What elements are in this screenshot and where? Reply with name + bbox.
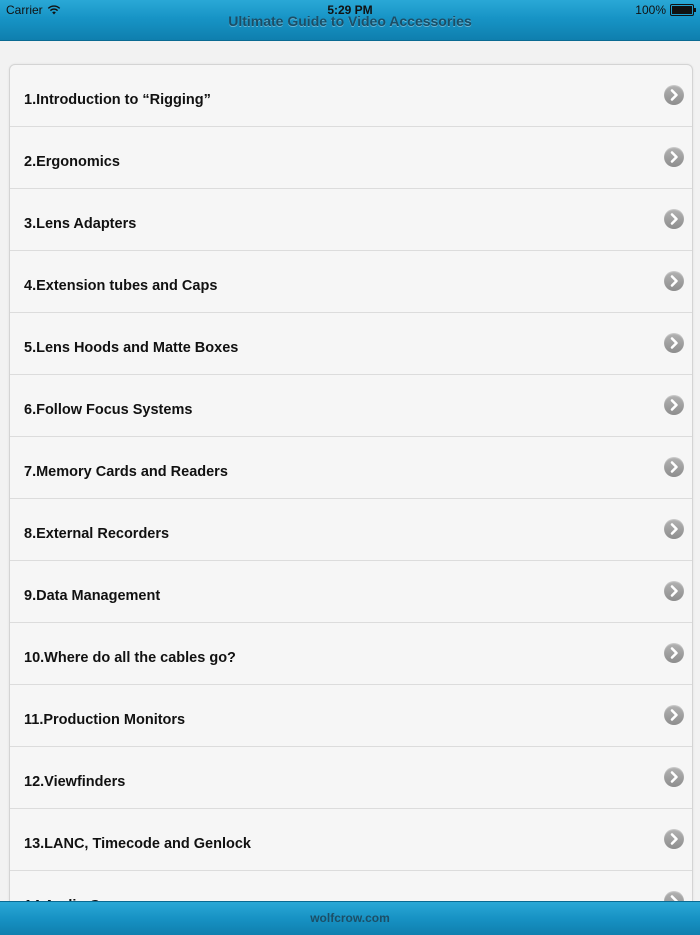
list-item-label: 3.Lens Adapters (24, 216, 137, 232)
list-item[interactable]: 8.External Recorders (10, 499, 692, 561)
list-item-label: 6.Follow Focus Systems (24, 402, 193, 418)
list-item-label: 4.Extension tubes and Caps (24, 278, 218, 294)
list-item[interactable]: 12.Viewfinders (10, 747, 692, 809)
list-item-label: 9.Data Management (24, 588, 161, 604)
list-item-label: 2.Ergonomics (24, 154, 120, 170)
footer-link[interactable]: wolfcrow.com (0, 911, 700, 925)
chevron-right-icon[interactable] (664, 767, 684, 787)
chevron-right-icon[interactable] (664, 891, 684, 901)
chevron-right-icon[interactable] (664, 147, 684, 167)
list-item-label: 8.External Recorders (24, 526, 170, 542)
list-item-label: 13.LANC, Timecode and Genlock (24, 836, 251, 852)
list-item[interactable]: 13.LANC, Timecode and Genlock (10, 809, 692, 871)
list-item[interactable]: 1.Introduction to “Rigging” (10, 65, 692, 127)
list-item[interactable]: 7.Memory Cards and Readers (10, 437, 692, 499)
list-item[interactable]: 5.Lens Hoods and Matte Boxes (10, 313, 692, 375)
chevron-right-icon[interactable] (664, 829, 684, 849)
list-item[interactable]: 10.Where do all the cables go? (10, 623, 692, 685)
chevron-right-icon[interactable] (664, 643, 684, 663)
list-item[interactable]: 14.Audio Gear (10, 871, 692, 901)
chevron-right-icon[interactable] (664, 271, 684, 291)
list-item-label: 7.Memory Cards and Readers (24, 464, 228, 480)
chevron-right-icon[interactable] (664, 519, 684, 539)
chevron-right-icon[interactable] (664, 85, 684, 105)
list-item[interactable]: 11.Production Monitors (10, 685, 692, 747)
chevron-right-icon[interactable] (664, 457, 684, 477)
top-bar: Carrier 5:29 PM 100% Ultimate Guide to V… (0, 0, 700, 41)
chevron-right-icon[interactable] (664, 395, 684, 415)
chevron-right-icon[interactable] (664, 581, 684, 601)
list-item[interactable]: 6.Follow Focus Systems (10, 375, 692, 437)
chapter-list: 1.Introduction to “Rigging” 2.Ergonomics 3… (9, 64, 693, 901)
list-item-label: 5.Lens Hoods and Matte Boxes (24, 340, 239, 356)
list-item-label: 1.Introduction to “Rigging” (24, 92, 211, 108)
list-item[interactable]: 9.Data Management (10, 561, 692, 623)
content-area[interactable]: 1.Introduction to “Rigging” 2.Ergonomics 3… (0, 41, 700, 901)
list-item-label: 10.Where do all the cables go? (24, 650, 236, 666)
chevron-right-icon[interactable] (664, 209, 684, 229)
list-item-label: 12.Viewfinders (24, 774, 126, 790)
page-title: Ultimate Guide to Video Accessories (228, 13, 472, 29)
list-item[interactable]: 4.Extension tubes and Caps (10, 251, 692, 313)
chevron-right-icon[interactable] (664, 705, 684, 725)
list-item[interactable]: 3.Lens Adapters (10, 189, 692, 251)
list-item[interactable]: 2.Ergonomics (10, 127, 692, 189)
list-item-label: 11.Production Monitors (24, 712, 186, 728)
bottom-bar: wolfcrow.com (0, 901, 700, 935)
chevron-right-icon[interactable] (664, 333, 684, 353)
